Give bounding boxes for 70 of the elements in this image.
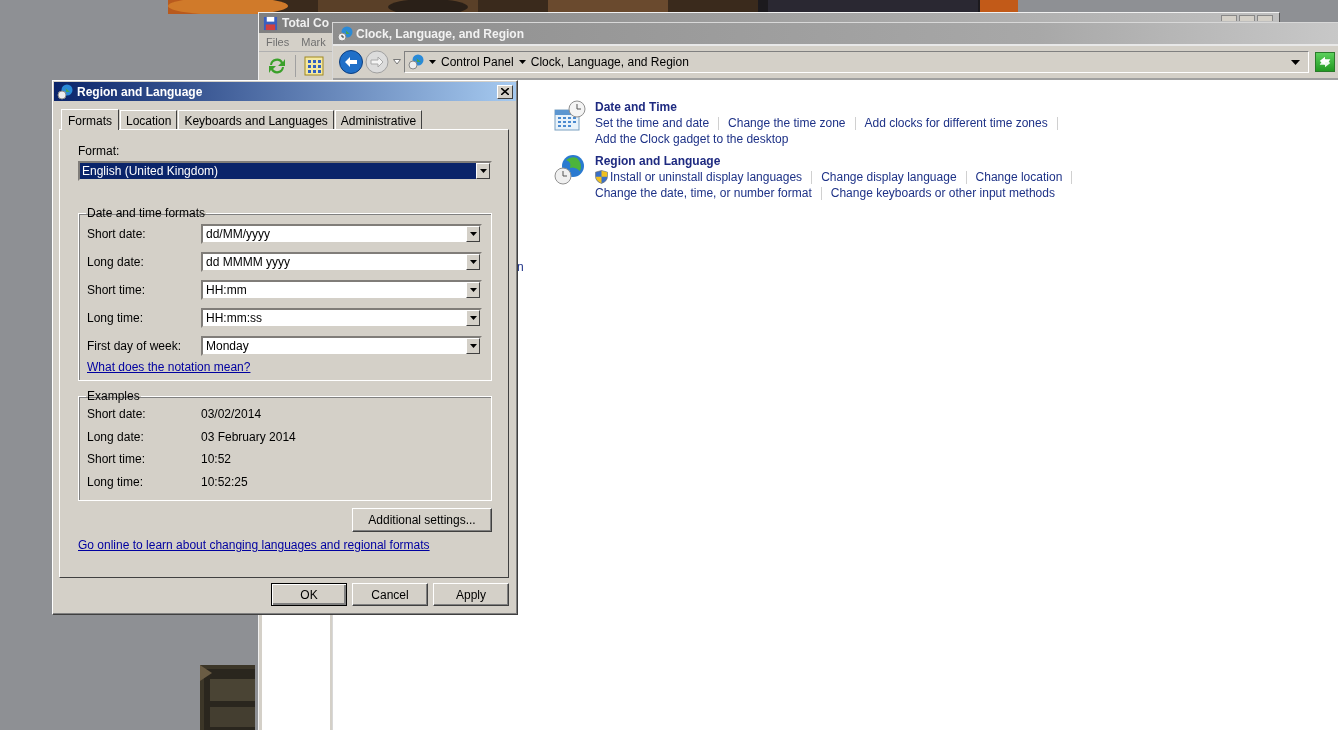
caret-icon [469,260,477,264]
caret-icon [469,344,477,348]
format-dropdown[interactable]: Monday [201,336,482,356]
window-title: Total Co [282,16,330,30]
field-label: Format: [78,144,121,158]
additional-settings-button[interactable]: Additional settings... [352,508,492,532]
example-label: Long time: [87,474,145,489]
example-value: 10:52 [201,452,232,467]
format-dropdown[interactable]: dd MMMM yyyy [201,252,482,272]
address-bar[interactable]: Control Panel Clock, Language, and Region [404,51,1309,73]
dialog-button[interactable]: Apply [433,583,509,606]
help-link[interactable]: What does the notation mean? [87,360,251,374]
window-title: Clock, Language, and Region [356,26,525,41]
minimize-button[interactable] [1221,15,1237,21]
tab[interactable]: Keyboards and Languages [178,110,334,129]
example-value: 03/02/2014 [201,407,262,422]
task-link[interactable]: Add the Clock gadget to the desktop [595,132,789,146]
globe-clock-icon[interactable] [553,154,587,186]
globe-clock-icon [57,83,73,100]
format-dropdown[interactable]: dd/MM/yyyy [201,224,482,244]
task-link[interactable]: Change the time zone [728,116,846,130]
field-label: First day of week: [87,339,183,353]
tab[interactable]: Location [120,110,178,129]
example-value: 10:52:25 [201,474,248,489]
format-dropdown[interactable]: HH:mm:ss [201,308,482,328]
category-title-link[interactable]: Date and Time [595,100,1067,114]
caret-icon [469,288,477,292]
caret-icon[interactable] [429,60,436,64]
field-label: Short date: [87,227,147,241]
grid-view-icon[interactable] [304,56,324,76]
example-label: Short date: [87,407,147,422]
dialog-button[interactable]: OK [271,583,347,606]
task-link[interactable]: Add clocks for different time zones [864,116,1048,130]
caret-icon[interactable] [518,60,526,64]
format-dropdown[interactable]: English (United Kingdom) [78,161,492,181]
format-dropdown[interactable]: HH:mm [201,280,482,300]
help-link[interactable]: Go online to learn about changing languages and regional formats [78,538,430,552]
field-label: Long date: [87,255,145,269]
task-link[interactable]: Install or uninstall display languages [610,170,803,184]
maximize-button[interactable] [1239,15,1255,21]
calendar-clock-icon[interactable] [553,100,587,132]
breadcrumb-item[interactable]: Control Panel [441,55,514,69]
dialog-button[interactable]: Cancel [352,583,428,606]
tab[interactable]: Administrative [334,110,423,129]
shield-icon [595,170,608,184]
task-link[interactable]: Set the time and date [595,116,710,130]
category-title-link[interactable]: Region and Language [595,154,1082,168]
field-label: Long time: [87,311,145,325]
caret-icon [469,316,477,320]
group-title: Date and time formats [86,206,207,220]
window-title: Region and Language [77,84,204,99]
globe-clock-icon [408,54,424,70]
example-label: Short time: [87,452,147,467]
field-label: Short time: [87,283,147,297]
task-link[interactable]: Change keyboards or other input methods [830,186,1055,200]
close-icon [501,88,509,95]
task-link[interactable]: Change display language [821,170,957,184]
group-title: Examples [86,389,141,403]
caret-icon [479,169,487,173]
dropdown-arrow-icon[interactable] [1291,59,1300,65]
refresh-button[interactable] [1315,52,1335,72]
task-link[interactable]: Change the date, time, or number format [595,186,812,200]
caret-icon [469,232,477,236]
breadcrumb-item[interactable]: Clock, Language, and Region [530,55,689,69]
task-link[interactable]: Change location [975,170,1063,184]
example-value: 03 February 2014 [201,429,296,444]
example-label: Long date: [87,429,145,444]
back-button[interactable] [338,49,364,75]
link-fragment[interactable]: n [517,260,524,274]
tab[interactable]: Formats [61,109,119,130]
